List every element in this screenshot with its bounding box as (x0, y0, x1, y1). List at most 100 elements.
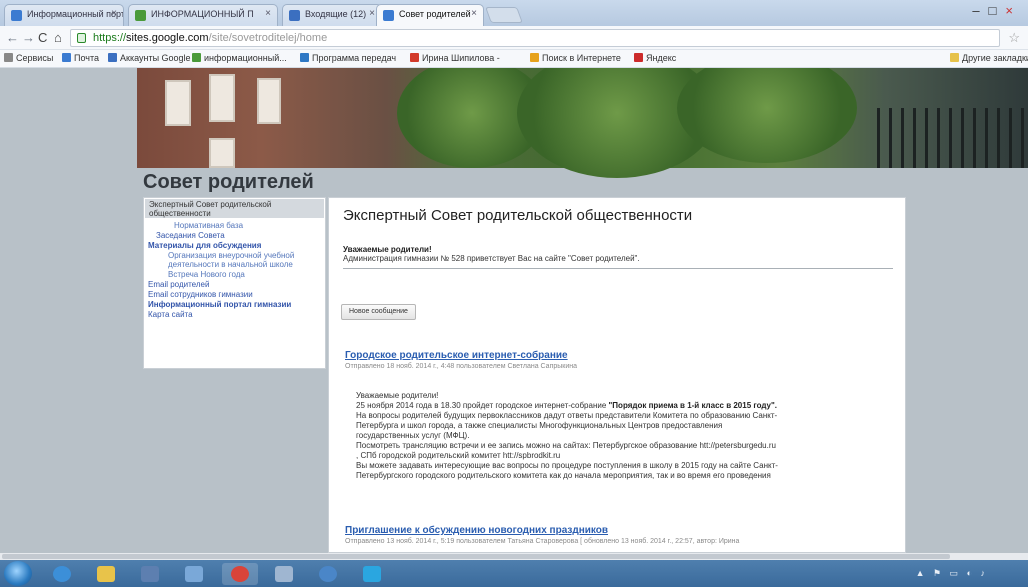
post-title-link[interactable]: Приглашение к обсуждению новогодних праз… (345, 525, 608, 536)
forward-arrow-icon[interactable]: → (22, 30, 35, 45)
post-text: Петербургского городского родительского … (356, 471, 771, 480)
close-tab-icon[interactable]: × (111, 8, 117, 19)
sidebar-item-normative[interactable]: Нормативная база (174, 221, 243, 230)
bookmark-label: информационный... (204, 53, 287, 63)
address-bar[interactable]: https://sites.google.com/site/sovetrodit… (70, 29, 1000, 47)
new-tab-button[interactable] (485, 7, 523, 23)
close-window-icon[interactable]: × (1005, 3, 1022, 18)
building-window-image (209, 74, 235, 122)
maximize-icon[interactable]: □ (989, 3, 1006, 18)
window-controls[interactable]: –□× (972, 3, 1022, 18)
sidebar-item-meetings[interactable]: Заседания Совета (156, 231, 225, 240)
browser-tab-strip: Информационный порт × ИНФОРМАЦИОННЫЙ П ×… (0, 0, 1028, 26)
post-meta: Отправлено 13 нояб. 2014 г., 5:19 пользо… (345, 538, 740, 545)
fence-image (877, 108, 1028, 168)
building-window-image (209, 138, 235, 168)
tree-image (677, 68, 857, 163)
bookmark-item[interactable]: Ирина Шипилова - (410, 53, 500, 63)
site-title: Совет родителей (143, 171, 314, 193)
scrollbar-thumb[interactable] (2, 554, 950, 559)
post-meta: Отправлено 18 нояб. 2014 г., 4:48 пользо… (345, 363, 578, 370)
browser-tab[interactable]: ИНФОРМАЦИОННЫЙ П × (128, 4, 278, 26)
page-title: Экспертный Совет родительской общественн… (343, 207, 693, 224)
bookmark-favicon-icon (530, 53, 539, 62)
bookmark-star-icon[interactable]: ☆ (1008, 30, 1020, 46)
bookmark-favicon-icon (634, 53, 643, 62)
lock-icon (77, 33, 86, 43)
sidebar-item-label: общественности (149, 209, 211, 218)
bookmark-favicon-icon (410, 53, 419, 62)
bookmark-item[interactable]: информационный... (192, 53, 287, 63)
bookmark-label: Поиск в Интернете (542, 53, 621, 63)
sidebar-item-portal[interactable]: Информационный портал гимназии (148, 300, 291, 309)
bookmark-item[interactable]: Сервисы (4, 53, 53, 63)
taskbar-mail-button[interactable] (132, 563, 168, 585)
tab-label: Совет родителей (399, 9, 471, 19)
sidebar-item-sitemap[interactable]: Карта сайта (148, 310, 193, 319)
sidebar-selected-item[interactable]: Экспертный Совет родительской общественн… (145, 199, 324, 218)
tab-favicon-icon (289, 10, 300, 21)
taskbar-ie-button[interactable] (44, 563, 80, 585)
taskbar-calculator-button[interactable] (266, 563, 302, 585)
bookmark-label: Ирина Шипилова - (422, 53, 500, 63)
bookmark-item[interactable]: Яндекс (634, 53, 676, 63)
close-tab-icon[interactable]: × (369, 8, 375, 19)
building-window-image (165, 80, 191, 126)
reload-icon[interactable]: C (38, 30, 47, 45)
taskbar-explorer-button[interactable] (88, 563, 124, 585)
ie-icon (53, 566, 71, 582)
calculator-icon (275, 566, 293, 582)
apps-icon (4, 53, 13, 62)
bookmark-item[interactable]: Программа передач (300, 53, 396, 63)
sidebar-item-email-staff[interactable]: Email сотрудников гимназии (148, 290, 253, 299)
horizontal-scrollbar[interactable] (0, 553, 1028, 560)
post-text: Петербурга и школ города, а также специа… (356, 421, 723, 430)
browser-tab[interactable]: Информационный порт × (4, 4, 124, 26)
bookmark-item[interactable]: Другие закладки (950, 53, 1028, 63)
bookmark-label: Другие закладки (962, 53, 1028, 63)
taskbar-app-button[interactable] (176, 563, 212, 585)
taskbar-skype-button[interactable] (354, 563, 390, 585)
post-text-bold: "Порядок приема в 1-й класс в 2015 году"… (608, 401, 778, 410)
post-body: Уважаемые родители! 25 ноября 2014 года … (356, 391, 888, 481)
taskbar-chrome-button[interactable] (222, 563, 258, 585)
post-text: Вы можете задавать интересующие вас вопр… (356, 461, 778, 470)
sidebar-item-extracurricular-cont[interactable]: деятельности в начальной школе (168, 260, 293, 269)
app-icon (185, 566, 203, 582)
post-text-part: 25 ноября 2014 года в 18.30 пройдет горо… (356, 401, 609, 410)
system-tray[interactable]: ▲ ⚑ ▭ ◐ ♪ (916, 568, 988, 579)
browser-tab[interactable]: Входящие (12) × (282, 4, 382, 26)
post-text: государственных услуг (МФЦ). (356, 431, 470, 440)
sidebar-item-materials[interactable]: Материалы для обсуждения (148, 241, 261, 250)
close-tab-icon[interactable]: × (265, 8, 271, 19)
url-scheme: https:// (93, 32, 127, 44)
post-text: , СПб городской родительский комитет htt… (356, 451, 561, 460)
tab-label: ИНФОРМАЦИОННЫЙ П (151, 9, 254, 19)
back-arrow-icon[interactable]: ← (6, 30, 19, 45)
tab-favicon-icon (11, 10, 22, 21)
bookmark-item[interactable]: Почта (62, 53, 99, 63)
post-title-link[interactable]: Городское родительское интернет-собрание (345, 350, 568, 361)
bookmark-label: Аккаунты Google (120, 53, 191, 63)
sidebar-item-extracurricular[interactable]: Организация внеурочной учебной (168, 251, 294, 260)
close-tab-icon[interactable]: × (471, 8, 477, 19)
new-message-button[interactable]: Новое сообщение (341, 304, 416, 320)
bookmark-item[interactable]: Аккаунты Google (108, 53, 191, 63)
taskbar-app2-button[interactable] (310, 563, 346, 585)
greeting-text: Администрация гимназии № 528 приветствуе… (343, 254, 640, 263)
app-icon (319, 566, 337, 582)
minimize-icon[interactable]: – (972, 3, 988, 18)
sidebar-item-new-year[interactable]: Встреча Нового года (168, 270, 245, 279)
bookmark-item[interactable]: Поиск в Интернете (530, 53, 621, 63)
browser-tab-active[interactable]: Совет родителей × (376, 4, 484, 26)
sidebar-item-email-parents[interactable]: Email родителей (148, 280, 209, 289)
home-icon[interactable]: ⌂ (54, 30, 62, 45)
post-text: На вопросы родителей будущих первоклассн… (356, 411, 778, 420)
start-button[interactable] (4, 561, 32, 586)
bookmark-favicon-icon (62, 53, 71, 62)
browser-toolbar: ← → C ⌂ https://sites.google.com/site/so… (0, 26, 1028, 50)
skype-icon (363, 566, 381, 582)
bookmark-label: Яндекс (646, 53, 677, 63)
windows-taskbar: ▲ ⚑ ▭ ◐ ♪ (0, 560, 1028, 587)
mail-icon (141, 566, 159, 582)
